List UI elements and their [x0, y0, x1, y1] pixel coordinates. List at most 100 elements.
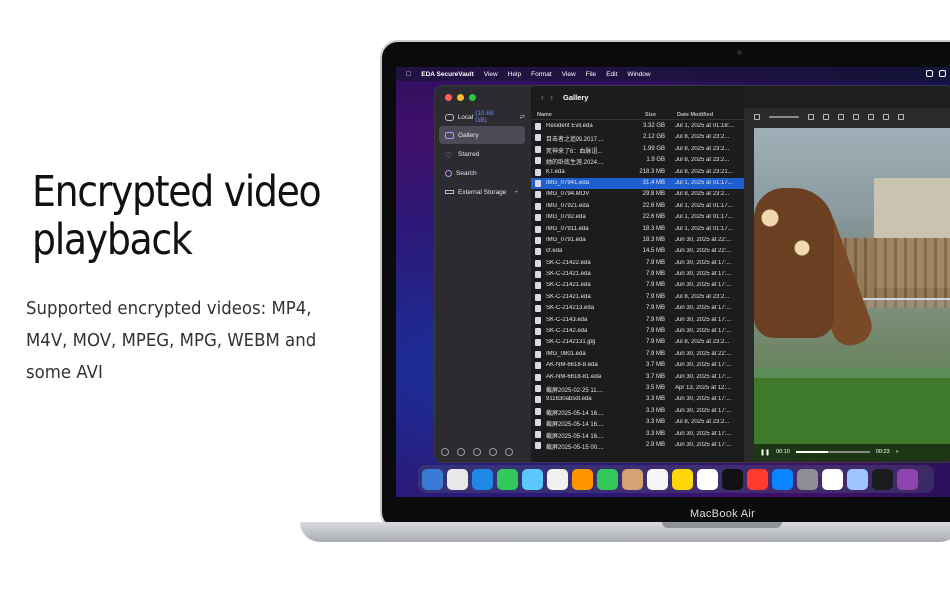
menu-item-view-2[interactable]: View	[562, 71, 576, 78]
video-viewer: ❚❚ 00:10 00:23 »	[744, 108, 950, 462]
preview-icon[interactable]	[847, 468, 868, 490]
terminal-icon[interactable]	[872, 468, 893, 490]
table-row[interactable]: IMG_0801.eda 7.9 MB Jun 30, 2025 at 22:...	[531, 349, 744, 360]
mail-icon[interactable]	[522, 468, 543, 490]
finder-icon[interactable]	[422, 468, 443, 490]
music-icon[interactable]	[747, 468, 768, 490]
file-date: Jun 30, 2025 at 17:...	[675, 305, 732, 312]
table-row[interactable]: SK-C-21421.eda 7.9 MB Jul 8, 2025 at 23:2.…	[531, 292, 744, 303]
messages-icon[interactable]	[497, 468, 518, 490]
status-icon[interactable]	[939, 70, 946, 77]
sidebar-item-local[interactable]: Local (10.69 GB) ⇄	[439, 108, 525, 126]
menu-item-view[interactable]: View	[484, 71, 498, 78]
table-row[interactable]: SK-C-21422.eda 7.9 MB Jun 30, 2025 at 17:.…	[531, 258, 744, 269]
status-icon[interactable]	[926, 70, 933, 77]
facetime-icon[interactable]	[597, 468, 618, 490]
freeform-icon[interactable]	[697, 468, 718, 490]
close-button[interactable]	[445, 94, 452, 101]
table-row[interactable]: IMG_0794.MOV 29.8 MB Jul 8, 2025 at 23:2..…	[531, 189, 744, 200]
grid-icon[interactable]	[823, 114, 829, 120]
table-row[interactable]: KT.eda 218.3 MB Jul 8, 2025 at 23:21...	[531, 167, 744, 178]
forward-icon[interactable]: ›	[550, 92, 553, 102]
table-row[interactable]: 目击者之追凶.2017.... 2.12 GB Jul 8, 2025 at 23:…	[531, 132, 744, 143]
file-icon	[535, 316, 541, 324]
table-row[interactable]: 截屏2025-05-14 16.... 3.3 MB Jun 30, 2025 at…	[531, 429, 744, 440]
column-date[interactable]: Date Modified	[677, 112, 713, 118]
table-row[interactable]: 截屏2025-05-15 00.... 2.9 MB Jun 30, 2025 at…	[531, 440, 744, 451]
table-row[interactable]: SK-C-2142131.jpg 7.9 MB Jul 8, 2025 at 23:…	[531, 337, 744, 348]
table-row[interactable]: SK-C-21421.eda 7.9 MB Jun 30, 2025 at 17:.…	[531, 280, 744, 291]
heart-icon[interactable]	[868, 114, 874, 120]
back-icon[interactable]: ‹	[541, 92, 544, 102]
reminders-icon[interactable]	[647, 468, 668, 490]
table-row[interactable]: SK-C-21421.eda 7.9 MB Jun 30, 2025 at 17:.…	[531, 269, 744, 280]
calendar-icon[interactable]	[822, 468, 843, 490]
table-row[interactable]: IMG_0791.eda 18.3 MB Jun 30, 2025 at 22:..…	[531, 235, 744, 246]
trash-icon[interactable]	[473, 448, 481, 456]
zoom-button[interactable]	[469, 94, 476, 101]
zoom-slider[interactable]	[769, 116, 799, 118]
expand-icon[interactable]	[898, 114, 904, 120]
sidebar-item-starred[interactable]: ♡ Starred	[439, 145, 525, 163]
menu-item-file[interactable]: File	[586, 71, 596, 78]
file-date: Jun 30, 2025 at 17:...	[675, 407, 732, 414]
sidebar-item-external-storage[interactable]: External Storage +	[439, 183, 525, 201]
file-icon	[535, 191, 541, 199]
table-row[interactable]: Resident Evil.eda 3.32 GB Jul 1, 2025 at 0…	[531, 121, 744, 132]
file-icon	[535, 362, 541, 370]
file-size: 7.9 MB	[645, 271, 665, 278]
column-name[interactable]: Name	[537, 112, 552, 118]
contacts-icon[interactable]	[622, 468, 643, 490]
settings-icon[interactable]	[797, 468, 818, 490]
table-row[interactable]: 截屏2025-02-25 11.... 3.5 MB Apr 13, 2025 at…	[531, 383, 744, 394]
table-row[interactable]: 911630absdl.eda 3.3 MB Jun 30, 2025 at 17:…	[531, 394, 744, 405]
menu-item-edit[interactable]: Edit	[606, 71, 617, 78]
tv-icon[interactable]	[722, 468, 743, 490]
menu-item-help[interactable]: Help	[508, 71, 521, 78]
skip-icon[interactable]: »	[896, 449, 899, 455]
column-size[interactable]: Size	[645, 112, 656, 118]
menu-item-window[interactable]: Window	[627, 71, 650, 78]
table-row[interactable]: 截屏2025-05-14 16.... 3.3 MB Jun 30, 2025 at…	[531, 406, 744, 417]
table-row[interactable]: cf.eda 14.5 MB Jun 30, 2025 at 22:...	[531, 246, 744, 257]
table-row[interactable]: AK-NM-6618-8.eda 3.7 MB Jun 30, 2025 at 17…	[531, 360, 744, 371]
app-store-icon[interactable]	[772, 468, 793, 490]
table-row[interactable]: SK-C-2143.eda 7.9 MB Jun 30, 2025 at 17:..…	[531, 315, 744, 326]
table-row[interactable]: SK-C-214213.eda 7.9 MB Jun 30, 2025 at 17:…	[531, 303, 744, 314]
share-icon[interactable]	[853, 114, 859, 120]
vault-icon[interactable]	[897, 468, 918, 490]
maps-icon[interactable]	[547, 468, 568, 490]
table-row[interactable]: IMG_07921.eda 22.6 MB Jul 1, 2025 at 01:17…	[531, 201, 744, 212]
settings-icon[interactable]	[441, 448, 449, 456]
sidebar-item-search[interactable]: Search	[439, 164, 525, 182]
pause-icon[interactable]: ❚❚	[760, 449, 770, 456]
apple-icon[interactable]: 	[406, 71, 411, 78]
table-row[interactable]: IMG_07941.eda 31.4 MB Jul 1, 2025 at 01:17…	[531, 177, 744, 190]
notes-icon[interactable]	[672, 468, 693, 490]
launchpad-icon[interactable]	[447, 468, 468, 490]
video-frame[interactable]	[754, 128, 950, 460]
minimize-button[interactable]	[457, 94, 464, 101]
table-row[interactable]: 她的卧底生涯.2024.... 1.9 GB Jul 8, 2025 at 23:2…	[531, 155, 744, 166]
photos-icon[interactable]	[572, 468, 593, 490]
sidebar-item-gallery[interactable]: Gallery	[439, 126, 525, 144]
sync-icon[interactable]: ⇄	[520, 113, 525, 121]
table-row[interactable]: AK-NM-6618-81.eda 3.7 MB Jun 30, 2025 at 1…	[531, 372, 744, 383]
table-row[interactable]: SK-C-2142.eda 7.9 MB Jun 30, 2025 at 17:..…	[531, 326, 744, 337]
table-row[interactable]: 截屏2025-05-14 16.... 3.3 MB Jul 8, 2025 at …	[531, 417, 744, 428]
help-icon[interactable]	[505, 448, 513, 456]
storage-icon[interactable]	[457, 448, 465, 456]
table-row[interactable]: IMG_0792.eda 22.6 MB Jul 1, 2025 at 01:17.…	[531, 212, 744, 223]
info-icon[interactable]	[489, 448, 497, 456]
crop-icon[interactable]	[808, 114, 814, 120]
menu-app-name[interactable]: EDA SecureVault	[421, 71, 474, 78]
person-icon[interactable]	[838, 114, 844, 120]
gear-icon[interactable]	[883, 114, 889, 120]
add-icon[interactable]: +	[514, 189, 518, 196]
safari-icon[interactable]	[472, 468, 493, 490]
menu-item-format[interactable]: Format	[531, 71, 552, 78]
progress-track[interactable]	[795, 451, 870, 453]
table-row[interactable]: IMG_07911.eda 18.3 MB Jul 1, 2025 at 01:17…	[531, 224, 744, 235]
info-icon[interactable]	[754, 114, 760, 120]
table-row[interactable]: 死神来了6：血脉诅... 1.99 GB Jul 8, 2025 at 23:2..…	[531, 144, 744, 155]
